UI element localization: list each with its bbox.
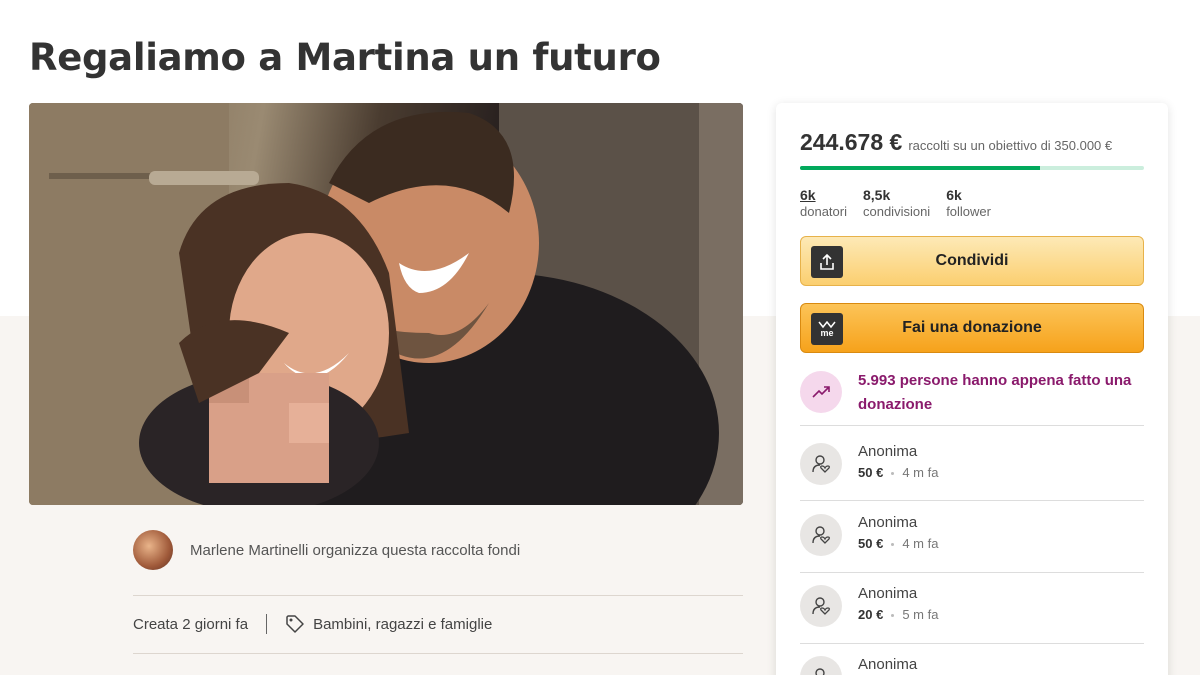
recent-donations-text: 5.993 persone hanno appena fatto una don… — [858, 372, 1132, 413]
page-title: Regaliamo a Martina un futuro — [29, 36, 661, 79]
donation-time: 4 m fa — [902, 536, 939, 551]
organizer-avatar — [133, 530, 173, 570]
category-link[interactable]: Bambini, ragazzi e famiglie — [285, 614, 492, 634]
donor-heart-icon — [800, 514, 842, 556]
progress-fill — [800, 166, 1041, 170]
share-label: Condividi — [935, 252, 1009, 269]
donation-item: Anonima 50 € 4 m fa — [800, 443, 938, 485]
donor-name: Anonima — [858, 514, 918, 531]
donor-name: Anonima — [858, 443, 918, 460]
donation-item: Anonima — [800, 656, 917, 675]
raised-amount: 244.678 € — [800, 129, 903, 155]
meta-separator — [266, 614, 268, 634]
divider — [800, 572, 1144, 573]
stat-value: 6k — [946, 187, 962, 203]
tag-icon — [286, 615, 304, 633]
divider — [133, 653, 743, 654]
goal-text: raccolti su un obiettivo di 350.000 € — [908, 138, 1113, 153]
dot-separator — [891, 614, 895, 618]
dot-separator — [891, 472, 895, 476]
stat-value: 6k — [800, 187, 816, 203]
divider — [800, 643, 1144, 644]
stat-label: donatori — [800, 204, 847, 219]
donate-label: Fai una donazione — [902, 319, 1042, 336]
divider — [133, 595, 743, 596]
stat-label: follower — [946, 204, 991, 219]
dot-separator — [891, 543, 895, 547]
donor-heart-icon — [800, 585, 842, 627]
campaign-photo — [29, 103, 743, 505]
donor-name: Anonima — [858, 656, 918, 673]
stat-shares: 8,5k condivisioni — [863, 187, 930, 219]
donation-amount: 50 € — [858, 536, 884, 551]
donate-me-icon: me — [811, 313, 843, 345]
divider — [800, 500, 1144, 501]
donation-amount: 50 € — [858, 465, 884, 480]
raised-summary: 244.678 € raccolti su un obiettivo di 35… — [800, 129, 1112, 156]
donor-heart-icon — [800, 443, 842, 485]
stat-donors[interactable]: 6k donatori — [800, 187, 847, 219]
stat-followers: 6k follower — [946, 187, 991, 219]
stat-label: condivisioni — [862, 204, 931, 219]
donor-heart-icon — [800, 656, 842, 675]
divider — [800, 425, 1144, 426]
recent-donations-banner: 5.993 persone hanno appena fatto una don… — [800, 371, 1144, 417]
stat-value: 8,5k — [862, 187, 891, 203]
category-label: Bambini, ragazzi e famiglie — [313, 615, 493, 633]
donation-time: 4 m fa — [902, 465, 939, 480]
donation-item: Anonima 50 € 4 m fa — [800, 514, 938, 556]
donate-button[interactable]: me Fai una donazione — [800, 303, 1144, 353]
donation-item: Anonima 20 € 5 m fa — [800, 585, 938, 627]
created-date: Creata 2 giorni fa — [133, 615, 249, 633]
organizer-row: Marlene Martinelli organizza questa racc… — [133, 530, 520, 570]
share-button[interactable]: Condividi — [800, 236, 1144, 286]
trending-up-icon — [800, 371, 842, 413]
share-icon — [811, 246, 843, 278]
stats-row: 6k donatori 8,5k condivisioni 6k followe… — [800, 187, 991, 219]
donation-card: 244.678 € raccolti su un obiettivo di 35… — [776, 103, 1168, 675]
campaign-meta: Creata 2 giorni fa Bambini, ragazzi e fa… — [133, 614, 492, 634]
organizer-text: Marlene Martinelli organizza questa racc… — [190, 541, 521, 559]
donor-name: Anonima — [858, 585, 918, 602]
progress-bar — [800, 166, 1144, 170]
donation-amount: 20 € — [858, 607, 884, 622]
donation-time: 5 m fa — [902, 607, 939, 622]
donate-icon-text: me — [820, 327, 834, 338]
